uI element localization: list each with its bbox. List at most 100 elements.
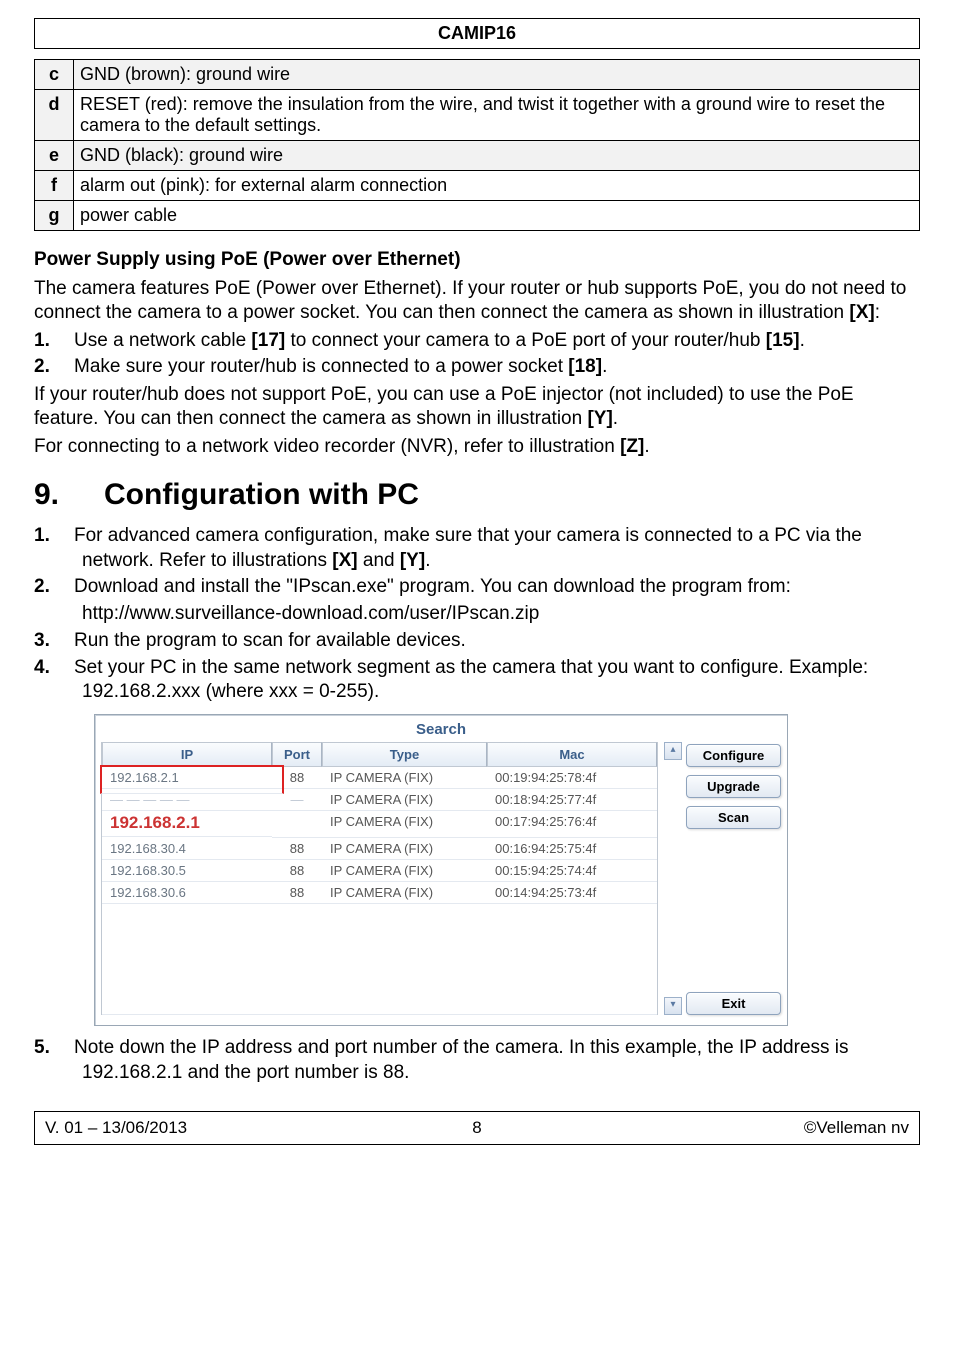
col-mac[interactable]: Mac [487, 742, 657, 767]
config-step-5: 5.Note down the IP address and port numb… [34, 1036, 920, 1085]
text: . [425, 550, 430, 571]
def-text: RESET (red): remove the insulation from … [74, 90, 920, 141]
cell-type: IP CAMERA (FIX) [322, 838, 487, 860]
upgrade-button[interactable]: Upgrade [686, 775, 781, 798]
cell-mac: 00:15:94:25:74:4f [487, 860, 657, 882]
cell-type: IP CAMERA (FIX) [322, 811, 487, 838]
text: Use a network cable [74, 330, 251, 351]
cell-port [272, 811, 322, 838]
cell-type: IP CAMERA (FIX) [322, 789, 487, 811]
footer-copyright: ©Velleman nv [804, 1118, 909, 1138]
table-row[interactable]: 192.168.2.188IP CAMERA (FIX)00:19:94:25:… [102, 767, 657, 789]
cell-ip: — — — — — [102, 789, 272, 811]
footer-page-number: 8 [472, 1118, 481, 1138]
text: to connect your camera to a PoE port of … [285, 330, 766, 351]
def-text: alarm out (pink): for external alarm con… [74, 171, 920, 201]
ref-17: [17] [251, 330, 285, 351]
scrollbar[interactable]: ▴ ▾ [664, 742, 680, 1015]
exit-button[interactable]: Exit [686, 992, 781, 1015]
cell-ip: 192.168.2.1 [102, 767, 272, 789]
text: . [800, 330, 805, 351]
text: For advanced camera configuration, make … [74, 525, 862, 570]
def-text: GND (black): ground wire [74, 141, 920, 171]
ref-y: [Y] [587, 408, 612, 429]
cell-mac: 00:14:94:25:73:4f [487, 882, 657, 904]
poe-steps: 1.Use a network cable [17] to connect yo… [34, 329, 920, 380]
config-steps: 1.For advanced camera configuration, mak… [34, 524, 920, 599]
cell-mac: 00:18:94:25:77:4f [487, 789, 657, 811]
table-row[interactable]: — — — — ——IP CAMERA (FIX)00:18:94:25:77:… [102, 789, 657, 811]
ref-18: [18] [568, 356, 602, 377]
config-steps-final: 5.Note down the IP address and port numb… [34, 1036, 920, 1085]
grid-header: IP Port Type Mac [102, 742, 657, 767]
cell-ip: 192.168.2.1 [102, 810, 272, 837]
poe-para-1: The camera features PoE (Power over Ethe… [34, 277, 920, 325]
def-letter: c [35, 60, 74, 90]
download-url: http://www.surveillance-download.com/use… [82, 603, 920, 625]
table-row: dRESET (red): remove the insulation from… [35, 90, 920, 141]
footer-version: V. 01 – 13/06/2013 [45, 1118, 187, 1138]
config-step-3: 3.Run the program to scan for available … [34, 629, 920, 653]
ref-x: [X] [332, 550, 357, 571]
definitions-table: cGND (brown): ground wiredRESET (red): r… [34, 59, 920, 231]
configure-button[interactable]: Configure [686, 744, 781, 767]
section-title: Configuration with PC [104, 478, 419, 511]
table-row[interactable]: 192.168.30.488IP CAMERA (FIX)00:16:94:25… [102, 838, 657, 860]
grid-empty-area [102, 904, 657, 1015]
text: Note down the IP address and port number… [74, 1037, 849, 1082]
col-type[interactable]: Type [322, 742, 487, 767]
config-step-2: 2.Download and install the "IPscan.exe" … [34, 575, 920, 599]
text: If your router/hub does not support PoE,… [34, 384, 854, 429]
text: and [358, 550, 400, 571]
table-row: cGND (brown): ground wire [35, 60, 920, 90]
ref-x: [X] [849, 302, 874, 323]
scan-button[interactable]: Scan [686, 806, 781, 829]
text: . [602, 356, 607, 377]
def-text: GND (brown): ground wire [74, 60, 920, 90]
doc-title: CAMIP16 [34, 18, 920, 49]
scroll-down-icon[interactable]: ▾ [664, 997, 682, 1015]
table-row[interactable]: 192.168.30.688IP CAMERA (FIX)00:14:94:25… [102, 882, 657, 904]
button-column: Configure Upgrade Scan Exit [686, 742, 781, 1015]
cell-mac: 00:19:94:25:78:4f [487, 767, 657, 789]
def-letter: d [35, 90, 74, 141]
def-text: power cable [74, 201, 920, 231]
cell-ip: 192.168.30.6 [102, 882, 272, 904]
ref-y: [Y] [400, 550, 425, 571]
cell-port: 88 [272, 838, 322, 860]
search-grid: IP Port Type Mac 192.168.2.188IP CAMERA … [101, 742, 658, 1015]
config-step-1: 1.For advanced camera configuration, mak… [34, 524, 920, 573]
table-row[interactable]: 192.168.2.1 IP CAMERA (FIX)00:17:94:25:76… [102, 811, 657, 838]
text: Download and install the "IPscan.exe" pr… [74, 576, 791, 597]
cell-mac: 00:16:94:25:75:4f [487, 838, 657, 860]
config-step-4: 4.Set your PC in the same network segmen… [34, 656, 920, 705]
poe-step-2: 2.Make sure your router/hub is connected… [34, 355, 920, 379]
cell-type: IP CAMERA (FIX) [322, 860, 487, 882]
table-row: gpower cable [35, 201, 920, 231]
poe-step-1: 1.Use a network cable [17] to connect yo… [34, 329, 920, 353]
config-steps-cont: 3.Run the program to scan for available … [34, 629, 920, 704]
def-letter: g [35, 201, 74, 231]
text: For connecting to a network video record… [34, 436, 620, 457]
def-letter: e [35, 141, 74, 171]
cell-mac: 00:17:94:25:76:4f [487, 811, 657, 838]
text: Make sure your router/hub is connected t… [74, 356, 568, 377]
ref-15: [15] [766, 330, 800, 351]
scroll-up-icon[interactable]: ▴ [664, 742, 682, 760]
col-port[interactable]: Port [272, 742, 322, 767]
poe-heading: Power Supply using PoE (Power over Ether… [34, 249, 920, 271]
cell-type: IP CAMERA (FIX) [322, 882, 487, 904]
section-number: 9. [34, 478, 104, 512]
col-ip[interactable]: IP [102, 742, 272, 767]
text: : [875, 302, 880, 323]
search-window: Search IP Port Type Mac 192.168.2.188IP … [94, 714, 788, 1026]
table-row[interactable]: 192.168.30.588IP CAMERA (FIX)00:15:94:25… [102, 860, 657, 882]
poe-para-2: If your router/hub does not support PoE,… [34, 383, 920, 431]
poe-para-3: For connecting to a network video record… [34, 435, 920, 459]
page-footer: V. 01 – 13/06/2013 8 ©Velleman nv [34, 1111, 920, 1145]
text: Run the program to scan for available de… [74, 630, 466, 651]
cell-ip: 192.168.30.4 [102, 838, 272, 860]
cell-port: — [272, 789, 322, 811]
text: . [644, 436, 649, 457]
text: The camera features PoE (Power over Ethe… [34, 278, 906, 323]
